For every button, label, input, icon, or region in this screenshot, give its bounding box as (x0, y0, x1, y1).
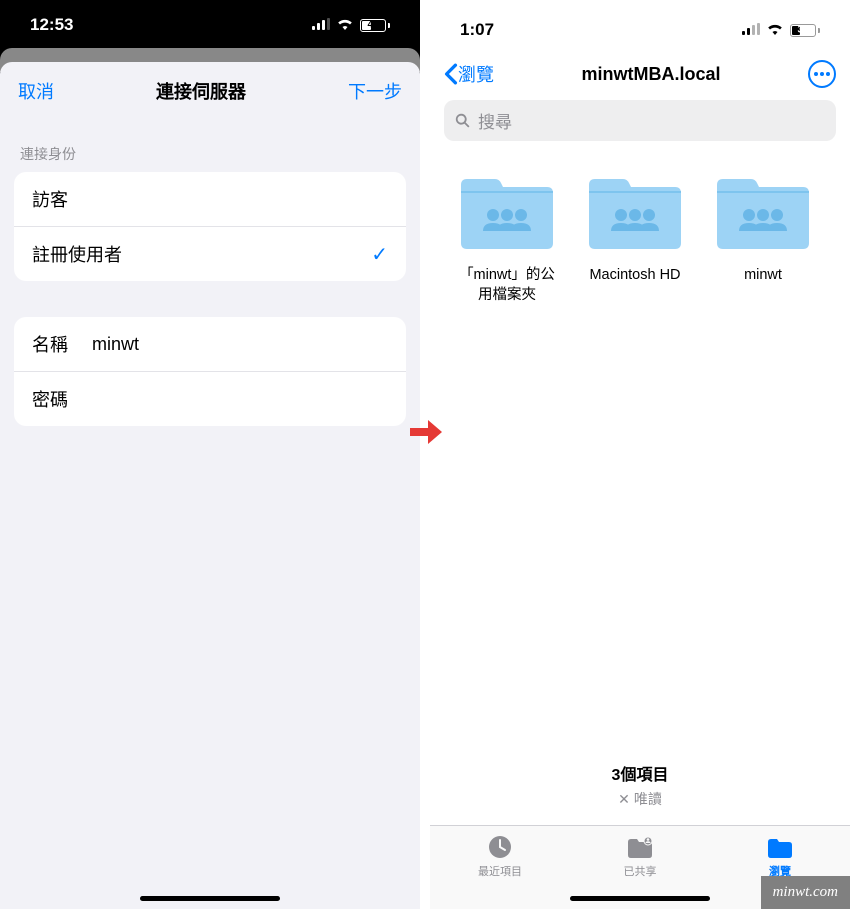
home-indicator (140, 896, 280, 901)
more-button[interactable] (808, 60, 836, 88)
clock-icon (485, 834, 515, 860)
wifi-icon (336, 15, 354, 35)
folder-icon (765, 834, 795, 860)
battery-icon: 38 (790, 24, 820, 37)
identity-option-guest[interactable]: 訪客 (14, 172, 406, 227)
status-indicators: 41 (312, 15, 390, 35)
readonly-badge: ✕ 唯讀 (430, 789, 850, 809)
footer-info: 3個項目 ✕ 唯讀 (430, 761, 850, 809)
identity-option-registered[interactable]: 註冊使用者 ✓ (14, 227, 406, 281)
checkmark-icon: ✓ (371, 242, 388, 267)
back-label: 瀏覽 (458, 61, 494, 87)
folder-item[interactable]: 「minwt」的公用檔案夾 (452, 173, 562, 305)
watermark: minwt.com (761, 876, 850, 909)
modal-header: 取消 連接伺服器 下一步 (0, 62, 420, 120)
search-placeholder: 搜尋 (478, 108, 512, 133)
back-button[interactable]: 瀏覽 (444, 61, 494, 87)
signal-icon (742, 20, 760, 40)
name-value: minwt (92, 334, 139, 355)
cancel-button[interactable]: 取消 (18, 78, 54, 104)
phone-right: 1:07 38 瀏覽 minwtMBA.local 搜尋 「minwt」的公用檔… (430, 0, 850, 909)
identity-list: 訪客 註冊使用者 ✓ (14, 172, 406, 281)
arrow-icon (410, 420, 442, 449)
name-label: 名稱 (32, 331, 92, 357)
wifi-icon (766, 20, 784, 40)
status-time: 1:07 (460, 20, 494, 40)
tab-label: 已共享 (624, 863, 657, 879)
option-label: 註冊使用者 (32, 241, 122, 267)
folder-item[interactable]: Macintosh HD (580, 173, 690, 305)
signal-icon (312, 15, 330, 35)
folder-shared-icon (585, 173, 685, 251)
folder-shared-icon (713, 173, 813, 251)
search-input[interactable]: 搜尋 (444, 100, 836, 141)
password-label: 密碼 (32, 386, 92, 412)
connect-server-modal: 取消 連接伺服器 下一步 連接身份 訪客 註冊使用者 ✓ 名稱 minwt 密碼 (0, 62, 420, 909)
option-label: 訪客 (32, 186, 68, 212)
nav-bar: 瀏覽 minwtMBA.local (430, 50, 850, 96)
section-label: 連接身份 (0, 120, 420, 172)
name-field-row[interactable]: 名稱 minwt (14, 317, 406, 372)
battery-icon: 41 (360, 19, 390, 32)
close-icon: ✕ (618, 791, 630, 808)
ellipsis-icon (814, 72, 830, 76)
tab-recents[interactable]: 最近項目 (430, 826, 570, 909)
folder-item[interactable]: minwt (708, 173, 818, 305)
item-count: 3個項目 (430, 761, 850, 785)
readonly-label: 唯讀 (634, 789, 662, 809)
folder-grid: 「minwt」的公用檔案夾 Macintosh HD minwt (430, 155, 850, 323)
search-icon (454, 112, 472, 130)
folder-shared-icon (457, 173, 557, 251)
modal-title: 連接伺服器 (156, 78, 246, 104)
nav-title: minwtMBA.local (581, 64, 720, 85)
folder-label: minwt (708, 266, 818, 286)
home-indicator (570, 896, 710, 901)
folder-person-icon (625, 834, 655, 860)
status-indicators: 38 (742, 20, 820, 40)
folder-label: 「minwt」的公用檔案夾 (452, 266, 562, 305)
tab-label: 最近項目 (478, 863, 522, 879)
chevron-left-icon (444, 63, 458, 85)
credentials-form: 名稱 minwt 密碼 (14, 317, 406, 426)
status-time: 12:53 (30, 15, 73, 35)
phone-left: 12:53 41 取消 連接伺服器 下一步 連接身份 訪客 註冊使用者 ✓ (0, 0, 420, 909)
status-bar: 12:53 41 (0, 0, 420, 50)
folder-label: Macintosh HD (580, 266, 690, 286)
next-button[interactable]: 下一步 (348, 78, 402, 104)
password-field-row[interactable]: 密碼 (14, 372, 406, 426)
status-bar: 1:07 38 (430, 0, 850, 50)
